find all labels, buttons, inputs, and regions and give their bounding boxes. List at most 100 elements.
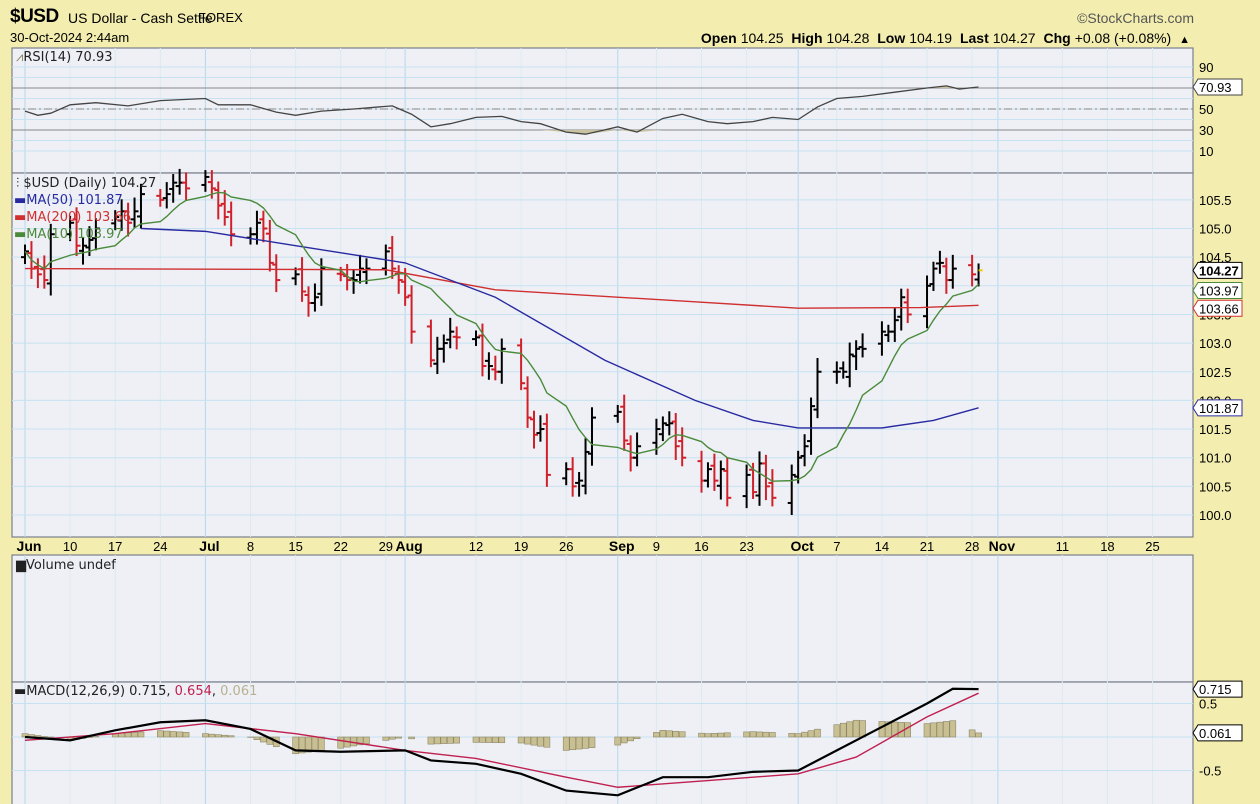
macd-histogram-bar [260,736,267,743]
rsi-y-tick: 10 [1199,144,1213,159]
macd-histogram-bar [678,731,686,738]
chg-label: Chg [1043,30,1071,46]
macd-histogram-bar [479,736,486,743]
macd-histogram-bar [395,736,402,739]
macd-histogram-bar [202,733,209,738]
exchange: FOREX [198,10,243,25]
ma50-legend-text: MA(50) 101.87 [26,193,123,208]
low-value: 104.19 [909,30,953,46]
x-tick-label: 7 [833,539,840,554]
x-tick-label: 16 [694,539,708,554]
price-y-tick: 101.5 [1199,422,1232,437]
macd-y-tick: 0.5 [1199,697,1217,712]
ma10-legend-text: MA(10) 103.97 [26,227,123,242]
price-y-tick: 100.5 [1199,479,1232,494]
macd-histogram-bar [227,735,235,738]
macd-histogram-bar [318,736,325,751]
x-tick-label: 18 [1100,539,1114,554]
volume-legend-text: Volume undef [26,558,116,573]
macd-histogram-bar [524,736,531,745]
macd-histogram-bar [350,736,357,747]
price-panel [11,172,1194,538]
macd-histogram-bar [562,736,570,751]
macd-histogram-bar [221,734,229,738]
x-tick-label: Jul [199,538,219,554]
open-label: Open [700,30,737,46]
price-legend-text: $USD (Daily) 104.27 [23,176,157,191]
symbol: $USD [10,6,59,27]
macd-last-label: 0.715 [1199,682,1232,697]
macd-histogram-bar [614,736,622,746]
x-tick-label: 9 [653,539,660,554]
macd-histogram-bar [434,736,441,745]
last-label: Last [959,30,989,46]
macd-histogram-bar [936,721,944,738]
macd-histogram-bar [124,732,132,738]
macd-histogram-bar [176,731,183,738]
macd-histogram-bar [665,730,673,738]
low-label: Low [877,30,906,46]
macd-legend-name: MACD(12,26,9) [26,684,126,699]
x-tick-label: 28 [965,539,979,554]
macd-histogram-bar [582,736,589,749]
macd-histogram-bar [949,720,957,738]
macd-histogram-bar [839,722,847,738]
macd-histogram-bar [672,730,680,738]
macd-histogram-bar [833,724,841,738]
macd-histogram-bar [633,736,641,740]
macd-histogram-bar [408,736,415,740]
macd-histogram-bar [363,736,370,745]
macd-histogram-bar [253,736,261,740]
ma200-legend-text: MA(200) 103.66 [26,210,131,225]
x-tick-label: Aug [396,538,423,554]
macd-histogram-bar [137,731,145,738]
macd-histogram-bar [569,736,576,751]
macd-histogram-bar [852,719,860,738]
price-y-tick: 100.0 [1199,508,1232,523]
hist-last-label: 0.061 [1199,726,1232,741]
chg-value: +0.08 (+0.08%) [1074,30,1172,46]
ma10-legend: ▬MA(10) 103.97 [14,227,123,242]
macd-histogram-bar [388,736,396,740]
macd-histogram-bar [446,736,454,744]
macd-histogram-bar [653,732,660,738]
macd-histogram-bar [756,731,763,738]
x-tick-label: 12 [469,539,483,554]
macd-histogram-bar [131,732,138,738]
macd-histogram-bar [311,736,319,752]
macd-histogram-bar [807,730,815,738]
rsi-y-tick: 90 [1199,60,1213,75]
signal-legend-value: 0.654 [174,684,212,699]
x-tick-label: 17 [108,539,122,554]
x-tick-label: 8 [247,539,254,554]
x-tick-label: Oct [790,538,814,554]
ma10-last-label: 103.97 [1199,284,1239,299]
macd-histogram-bar [968,729,976,738]
x-tick-label: 14 [875,539,889,554]
price-y-tick: 105.0 [1199,222,1232,237]
up-arrow-icon: ▲ [1179,34,1190,46]
hist-legend-value: 0.061 [220,684,258,699]
x-tick-label: 15 [288,539,302,554]
x-tick-label: Nov [989,538,1016,554]
macd-histogram-bar [427,736,435,745]
macd-histogram-bar [717,732,725,738]
macd-histogram-bar [930,722,937,738]
macd-histogram-bar [498,736,506,744]
macd-histogram-bar [169,731,177,738]
volume-legend: ▆Volume undef [16,558,116,573]
copyright-link[interactable]: ©StockCharts.com [1077,10,1194,26]
macd-histogram-bar [762,731,770,738]
price-legend: ⫶ $USD (Daily) 104.27 [16,176,156,191]
high-label: High [791,30,823,46]
x-tick-label: 23 [739,539,753,554]
macd-histogram-bar [846,721,854,738]
ma200-last-label: 103.66 [1199,301,1239,316]
macd-histogram-bar [214,734,222,738]
last-value: 104.27 [992,30,1036,46]
macd-histogram-bar [575,736,583,750]
macd-histogram-bar [517,736,525,744]
macd-histogram-bar [382,736,390,741]
rsi-y-tick: 30 [1199,123,1213,138]
macd-histogram-bar [711,733,718,738]
